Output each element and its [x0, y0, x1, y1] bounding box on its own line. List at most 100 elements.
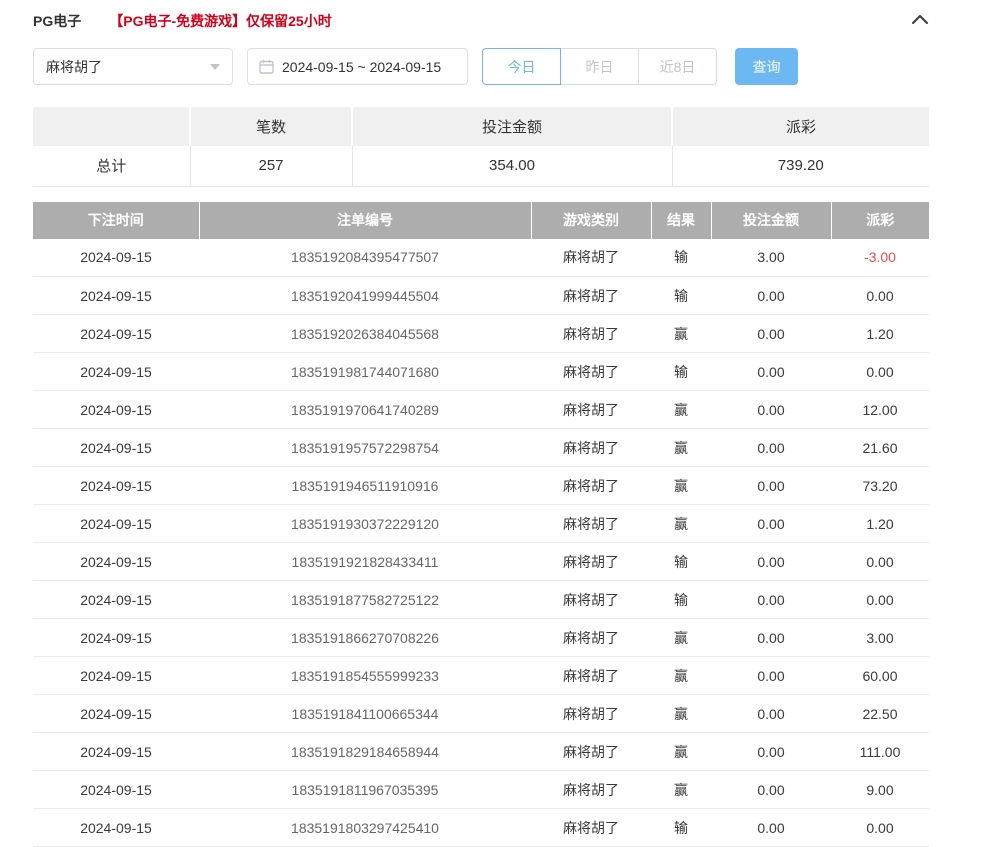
today-button[interactable]: 今日	[482, 48, 561, 85]
bet-amount-cell: 0.00	[711, 809, 831, 847]
payout-cell: 1.20	[831, 315, 929, 353]
header-result: 结果	[651, 202, 711, 239]
payout-cell: 0.00	[831, 353, 929, 391]
bet-time-cell: 2024-09-15	[33, 239, 199, 277]
bet-time-cell: 2024-09-15	[33, 771, 199, 809]
panel-title: PG电子	[33, 11, 81, 31]
records-body: 2024-09-151835192084395477507麻将胡了输3.00-3…	[33, 239, 929, 847]
game-type-cell: 麻将胡了	[531, 657, 651, 695]
table-row: 2024-09-151835191811967035395麻将胡了赢0.009.…	[33, 771, 929, 809]
bet-amount-cell: 0.00	[711, 619, 831, 657]
bet-id-cell: 1835191803297425410	[199, 809, 531, 847]
table-row: 2024-09-151835191970641740289麻将胡了赢0.0012…	[33, 391, 929, 429]
game-type-cell: 麻将胡了	[531, 239, 651, 277]
bet-time-cell: 2024-09-15	[33, 809, 199, 847]
game-select[interactable]: 麻将胡了	[33, 48, 233, 85]
summary-header-count: 笔数	[190, 107, 352, 146]
summary-total-payout: 739.20	[672, 146, 929, 186]
search-button[interactable]: 查询	[735, 48, 798, 85]
table-row: 2024-09-151835192026384045568麻将胡了赢0.001.…	[33, 315, 929, 353]
pg-records-panel: PG电子 【PG电子-免费游戏】仅保留25小时 麻将胡了 2024-09-15 …	[0, 0, 1003, 847]
result-cell: 输	[651, 543, 711, 581]
bet-amount-cell: 0.00	[711, 543, 831, 581]
game-type-cell: 麻将胡了	[531, 581, 651, 619]
result-cell: 赢	[651, 467, 711, 505]
bet-amount-cell: 0.00	[711, 581, 831, 619]
bet-amount-cell: 3.00	[711, 239, 831, 277]
calendar-icon	[259, 59, 274, 74]
result-cell: 赢	[651, 733, 711, 771]
summary-header-bet-amount: 投注金额	[352, 107, 672, 146]
table-row: 2024-09-151835192084395477507麻将胡了输3.00-3…	[33, 239, 929, 277]
bet-id-cell: 1835191957572298754	[199, 429, 531, 467]
bet-id-cell: 1835192084395477507	[199, 239, 531, 277]
bet-time-cell: 2024-09-15	[33, 543, 199, 581]
header-bet-time: 下注时间	[33, 202, 199, 239]
payout-cell: 22.50	[831, 695, 929, 733]
table-row: 2024-09-151835191957572298754麻将胡了赢0.0021…	[33, 429, 929, 467]
bet-time-cell: 2024-09-15	[33, 505, 199, 543]
result-cell: 赢	[651, 619, 711, 657]
bet-time-cell: 2024-09-15	[33, 277, 199, 315]
retention-notice: 【PG电子-免费游戏】仅保留25小时	[109, 11, 331, 31]
header-game-type: 游戏类别	[531, 202, 651, 239]
bet-time-cell: 2024-09-15	[33, 315, 199, 353]
payout-cell: 9.00	[831, 771, 929, 809]
game-type-cell: 麻将胡了	[531, 391, 651, 429]
records-header-row: 下注时间 注单编号 游戏类别 结果 投注金额 派彩	[33, 202, 929, 239]
bet-time-cell: 2024-09-15	[33, 619, 199, 657]
bet-time-cell: 2024-09-15	[33, 581, 199, 619]
table-row: 2024-09-151835191877582725122麻将胡了输0.000.…	[33, 581, 929, 619]
bet-amount-cell: 0.00	[711, 505, 831, 543]
table-row: 2024-09-151835191854555999233麻将胡了赢0.0060…	[33, 657, 929, 695]
bet-amount-cell: 0.00	[711, 315, 831, 353]
result-cell: 输	[651, 239, 711, 277]
game-type-cell: 麻将胡了	[531, 543, 651, 581]
bet-id-cell: 1835191811967035395	[199, 771, 531, 809]
last-8-days-button[interactable]: 近8日	[638, 48, 717, 85]
game-type-cell: 麻将胡了	[531, 619, 651, 657]
result-cell: 输	[651, 809, 711, 847]
payout-cell: 60.00	[831, 657, 929, 695]
summary-total-label: 总计	[33, 146, 190, 186]
result-cell: 输	[651, 581, 711, 619]
bet-id-cell: 1835191829184658944	[199, 733, 531, 771]
bet-id-cell: 1835191866270708226	[199, 619, 531, 657]
summary-total-row: 总计 257 354.00 739.20	[33, 146, 929, 186]
table-row: 2024-09-151835191803297425410麻将胡了输0.000.…	[33, 809, 929, 847]
summary-total-count: 257	[190, 146, 352, 186]
bet-id-cell: 1835191981744071680	[199, 353, 531, 391]
table-row: 2024-09-151835191946511910916麻将胡了赢0.0073…	[33, 467, 929, 505]
game-type-cell: 麻将胡了	[531, 429, 651, 467]
bet-amount-cell: 0.00	[711, 657, 831, 695]
chevron-up-icon	[911, 12, 929, 30]
payout-cell: 0.00	[831, 277, 929, 315]
bet-time-cell: 2024-09-15	[33, 391, 199, 429]
bet-amount-cell: 0.00	[711, 695, 831, 733]
result-cell: 输	[651, 277, 711, 315]
summary-header-payout: 派彩	[672, 107, 929, 146]
yesterday-button[interactable]: 昨日	[560, 48, 639, 85]
header-payout: 派彩	[831, 202, 929, 239]
result-cell: 赢	[651, 657, 711, 695]
bet-time-cell: 2024-09-15	[33, 353, 199, 391]
result-cell: 赢	[651, 429, 711, 467]
bet-time-cell: 2024-09-15	[33, 695, 199, 733]
header-bet-amount: 投注金额	[711, 202, 831, 239]
bet-time-cell: 2024-09-15	[33, 429, 199, 467]
summary-header-row: 笔数 投注金额 派彩	[33, 107, 929, 146]
result-cell: 赢	[651, 391, 711, 429]
date-range-picker[interactable]: 2024-09-15 ~ 2024-09-15	[247, 48, 468, 85]
payout-cell: 21.60	[831, 429, 929, 467]
collapse-button[interactable]	[911, 12, 929, 30]
payout-cell: 3.00	[831, 619, 929, 657]
game-select-value: 麻将胡了	[46, 57, 102, 77]
result-cell: 赢	[651, 771, 711, 809]
table-row: 2024-09-151835191930372229120麻将胡了赢0.001.…	[33, 505, 929, 543]
game-type-cell: 麻将胡了	[531, 467, 651, 505]
bet-id-cell: 1835192041999445504	[199, 277, 531, 315]
result-cell: 赢	[651, 505, 711, 543]
summary-table: 笔数 投注金额 派彩 总计 257 354.00 739.20	[33, 107, 929, 187]
bet-amount-cell: 0.00	[711, 353, 831, 391]
bet-amount-cell: 0.00	[711, 733, 831, 771]
